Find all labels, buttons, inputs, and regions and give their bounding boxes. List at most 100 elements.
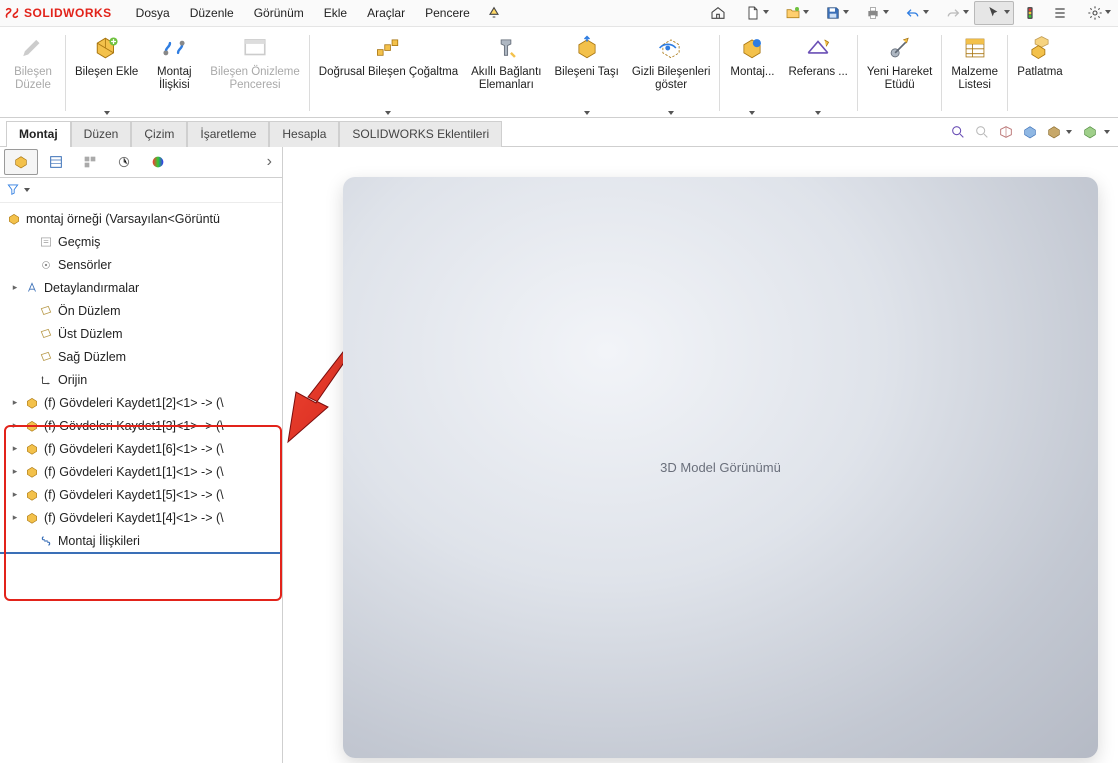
expander-icon[interactable]: ▸: [10, 282, 20, 293]
menu-pencere[interactable]: Pencere: [415, 0, 480, 26]
manager-tabs-more-icon[interactable]: ›: [261, 153, 278, 171]
tree-sensorler[interactable]: Sensörler: [0, 253, 282, 276]
tree-part[interactable]: ▸ (f) Gövdeleri Kaydet1[5]<1> -> (\: [0, 483, 282, 506]
cmd-montaj-iliskisi[interactable]: Montaj İlişkisi: [145, 29, 203, 117]
expander-icon[interactable]: ▸: [10, 443, 20, 454]
cmd-montaj-ozellikleri[interactable]: Montaj...: [723, 29, 781, 117]
tab-property-icon[interactable]: [40, 150, 72, 174]
preview-window-icon: [240, 33, 270, 63]
cmd-bileseni-tasi[interactable]: Bileşeni Taşı: [548, 29, 624, 117]
reference-geometry-icon: [803, 33, 833, 63]
tree-part[interactable]: ▸ (f) Gövdeleri Kaydet1[6]<1> -> (\: [0, 437, 282, 460]
tree-orijin[interactable]: Orijin: [0, 368, 282, 391]
feature-manager-panel: › montaj örneği (Varsayılan<Görüntü Geçm…: [0, 147, 283, 763]
tab-dimxpert-icon[interactable]: [108, 150, 140, 174]
expander-icon[interactable]: ▸: [10, 489, 20, 500]
cmd-bilesen-ekle[interactable]: Bileşen Ekle: [69, 29, 144, 117]
tree-mates[interactable]: Montaj İlişkileri: [0, 529, 282, 554]
tree-part-label: (f) Gövdeleri Kaydet1[4]<1> -> (\: [44, 511, 224, 525]
undo-icon[interactable]: [894, 2, 932, 24]
tree-on-duzlem[interactable]: Ön Düzlem: [0, 299, 282, 322]
menu-araclar[interactable]: Araçlar: [357, 0, 415, 26]
heads-up-toolbar: [948, 122, 1118, 142]
menu-duzenle[interactable]: Düzenle: [180, 0, 244, 26]
home-icon[interactable]: [704, 2, 732, 24]
tab-cizim[interactable]: Çizim: [131, 121, 187, 147]
cmd-referans-geometri[interactable]: Referans ...: [782, 29, 853, 117]
traffic-light-icon[interactable]: [1016, 2, 1044, 24]
feature-tree[interactable]: montaj örneği (Varsayılan<Görüntü Geçmiş…: [0, 203, 282, 763]
origin-icon: [38, 372, 54, 388]
menubar: SOLIDWORKS Dosya Düzenle Görünüm Ekle Ar…: [0, 0, 1118, 27]
ribbon-tabs: Montaj Düzen Çizim İşaretleme Hesapla SO…: [0, 118, 1118, 147]
cmd-malzeme-listesi[interactable]: Malzeme Listesi: [945, 29, 1004, 117]
view-orientation-icon[interactable]: [1020, 122, 1040, 142]
display-style-icon[interactable]: [1044, 122, 1064, 142]
list-icon[interactable]: [1046, 2, 1074, 24]
save-icon[interactable]: [814, 2, 852, 24]
tab-config-icon[interactable]: [74, 150, 106, 174]
tree-node-label: Sağ Düzlem: [58, 350, 126, 364]
menu-dosya[interactable]: Dosya: [126, 0, 180, 26]
hide-show-icon[interactable]: [1080, 122, 1100, 142]
expander-icon[interactable]: ▸: [10, 420, 20, 431]
tree-detaylandirmalar[interactable]: ▸ Detaylandırmalar: [0, 276, 282, 299]
show-hidden-icon: [656, 33, 686, 63]
tree-node-label: Sensörler: [58, 258, 112, 272]
plane-icon: [38, 349, 54, 365]
tree-gecmis[interactable]: Geçmiş: [0, 230, 282, 253]
cmd-yeni-hareket[interactable]: Yeni Hareket Etüdü: [861, 29, 938, 117]
tab-duzen[interactable]: Düzen: [71, 121, 132, 147]
zoom-area-icon[interactable]: [972, 122, 992, 142]
display-style-drop-icon[interactable]: [1066, 130, 1072, 134]
menu-gorunum[interactable]: Görünüm: [244, 0, 314, 26]
tree-part-label: (f) Gövdeleri Kaydet1[2]<1> -> (\: [44, 396, 224, 410]
menu-ekle[interactable]: Ekle: [314, 0, 357, 26]
new-doc-icon[interactable]: [734, 2, 772, 24]
graphics-viewport[interactable]: 3D Model Görünümü: [283, 147, 1118, 763]
cmd-dogrusal-cogaltma[interactable]: Doğrusal Bileşen Çoğaltma: [313, 29, 464, 117]
tree-root[interactable]: montaj örneği (Varsayılan<Görüntü: [0, 207, 282, 230]
tab-hesapla[interactable]: Hesapla: [269, 121, 339, 147]
tree-part[interactable]: ▸ (f) Gövdeleri Kaydet1[2]<1> -> (\: [0, 391, 282, 414]
filter-funnel-icon[interactable]: [6, 182, 20, 199]
tab-eklentiler[interactable]: SOLIDWORKS Eklentileri: [339, 121, 502, 147]
expander-icon[interactable]: ▸: [10, 397, 20, 408]
tab-feature-tree-icon[interactable]: [4, 149, 38, 175]
bom-icon: [960, 33, 990, 63]
tree-sag-duzlem[interactable]: Sağ Düzlem: [0, 345, 282, 368]
tree-part-label: (f) Gövdeleri Kaydet1[1]<1> -> (\: [44, 465, 224, 479]
open-icon[interactable]: [774, 2, 812, 24]
app-brand-text: SOLIDWORKS: [24, 6, 112, 20]
cmd-gizli-goster[interactable]: Gizli Bileşenleri göster: [626, 29, 717, 117]
tree-part[interactable]: ▸ (f) Gövdeleri Kaydet1[1]<1> -> (\: [0, 460, 282, 483]
zoom-fit-icon[interactable]: [948, 122, 968, 142]
edit-component-icon: [18, 33, 48, 63]
expander-icon[interactable]: ▸: [10, 512, 20, 523]
part-icon: [24, 395, 40, 411]
tab-appearance-icon[interactable]: [142, 150, 174, 174]
quick-access-toolbar: [704, 1, 1114, 25]
filter-drop-icon[interactable]: [24, 188, 30, 192]
print-icon[interactable]: [854, 2, 892, 24]
tree-part[interactable]: ▸ (f) Gövdeleri Kaydet1[3]<1> -> (\: [0, 414, 282, 437]
menu-help-icon[interactable]: [480, 2, 508, 24]
hide-show-drop-icon[interactable]: [1104, 130, 1110, 134]
tree-filter-row: [0, 178, 282, 203]
select-cursor-icon[interactable]: [974, 1, 1014, 25]
cmd-bilesen-duzele: Bileşen Düzele: [4, 29, 62, 117]
redo-icon[interactable]: [934, 2, 972, 24]
section-view-icon[interactable]: [996, 122, 1016, 142]
tree-node-label: Ön Düzlem: [58, 304, 121, 318]
tree-ust-duzlem[interactable]: Üst Düzlem: [0, 322, 282, 345]
exploded-view-icon: [1025, 33, 1055, 63]
cmd-patlatma[interactable]: Patlatma: [1011, 29, 1069, 117]
tree-part[interactable]: ▸ (f) Gövdeleri Kaydet1[4]<1> -> (\: [0, 506, 282, 529]
tab-isaretleme[interactable]: İşaretleme: [187, 121, 269, 147]
tab-montaj[interactable]: Montaj: [6, 121, 71, 147]
expander-icon[interactable]: ▸: [10, 466, 20, 477]
part-icon: [24, 487, 40, 503]
tree-node-label: Orijin: [58, 373, 87, 387]
cmd-akilli-baglanti[interactable]: Akıllı Bağlantı Elemanları: [465, 29, 547, 117]
options-gear-icon[interactable]: [1076, 2, 1114, 24]
